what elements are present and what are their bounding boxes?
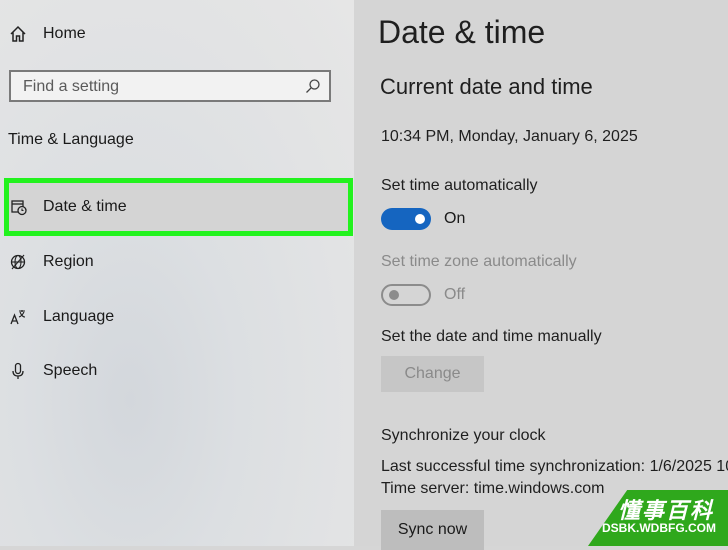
sidebar-item-date-time[interactable]: Date & time (0, 187, 354, 227)
sidebar-item-label: Region (43, 253, 94, 270)
calendar-clock-icon (9, 197, 29, 217)
set-time-auto-toggle[interactable] (381, 208, 431, 230)
home-nav-item[interactable]: Home (0, 14, 354, 54)
current-datetime: 10:34 PM, Monday, January 6, 2025 (381, 128, 638, 145)
sync-now-button[interactable]: Sync now (381, 510, 484, 550)
home-label: Home (43, 25, 86, 42)
sidebar-item-language[interactable]: Language (0, 297, 354, 337)
search-icon[interactable] (305, 78, 321, 94)
time-server-text: Time server: time.windows.com (381, 480, 605, 497)
search-input[interactable] (23, 77, 303, 97)
search-box[interactable] (9, 70, 331, 102)
set-time-auto-label: Set time automatically (381, 177, 538, 194)
section-title: Time & Language (8, 131, 134, 148)
set-time-auto-state: On (444, 210, 466, 227)
sidebar-item-label: Speech (43, 362, 98, 379)
toggle-knob (389, 290, 399, 300)
toggle-knob (415, 214, 425, 224)
last-sync-text: Last successful time synchronization: 1/… (381, 458, 728, 475)
section-subtitle: Current date and time (380, 74, 593, 99)
sidebar-item-speech[interactable]: Speech (0, 351, 354, 391)
manual-datetime-label: Set the date and time manually (381, 328, 602, 345)
set-timezone-auto-label: Set time zone automatically (381, 253, 577, 270)
watermark-url: DSBK.WDBFG.COM (602, 521, 716, 535)
sidebar-item-label: Date & time (43, 198, 127, 215)
home-icon (8, 24, 28, 44)
language-icon (8, 307, 28, 327)
sidebar-item-region[interactable]: Region (0, 242, 354, 282)
set-timezone-auto-toggle[interactable] (381, 284, 431, 306)
page-title: Date & time (378, 14, 546, 50)
microphone-icon (8, 361, 28, 381)
change-button[interactable]: Change (381, 356, 484, 392)
globe-icon (8, 252, 28, 272)
sidebar: Home Time & Language Date & time Region … (0, 0, 354, 546)
set-timezone-auto-state: Off (444, 286, 466, 303)
sync-heading: Synchronize your clock (381, 427, 546, 444)
sidebar-item-label: Language (43, 308, 115, 325)
